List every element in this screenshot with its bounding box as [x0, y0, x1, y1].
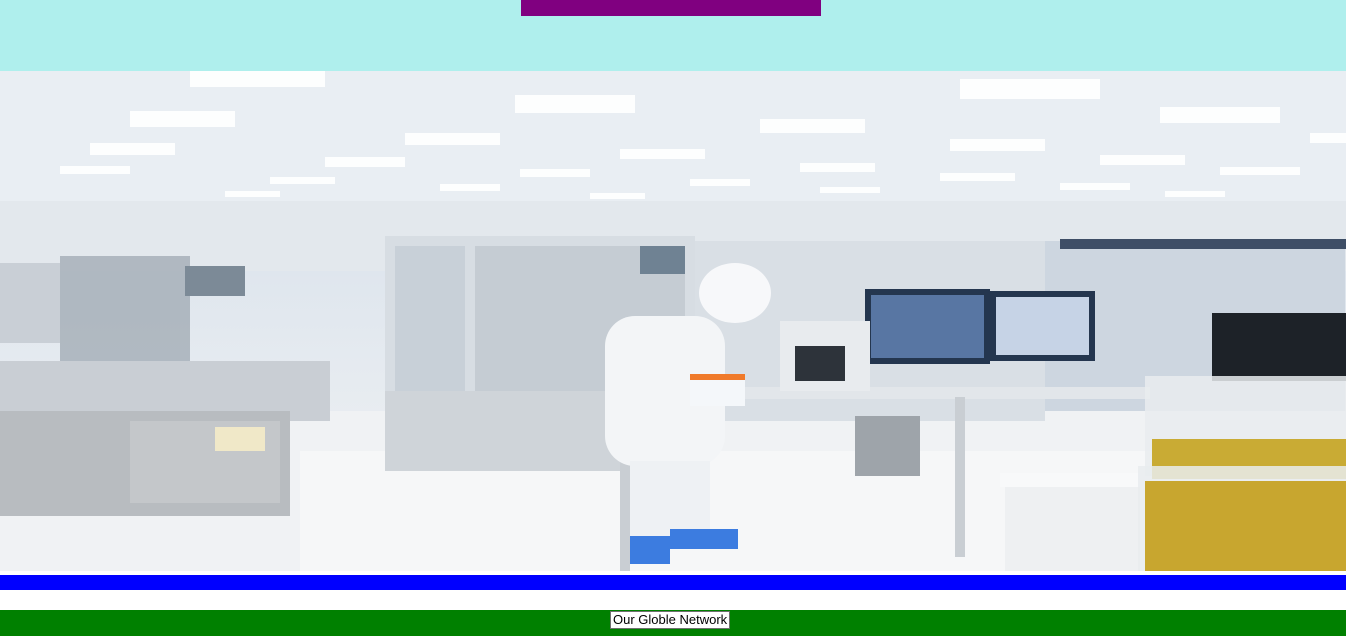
top-accent-bar: [521, 0, 821, 16]
our-global-network-button[interactable]: Our Globle Network: [610, 611, 731, 629]
laboratory-photo-icon: [0, 71, 1346, 571]
hero-image: [0, 71, 1346, 571]
divider-bar: [0, 575, 1346, 590]
